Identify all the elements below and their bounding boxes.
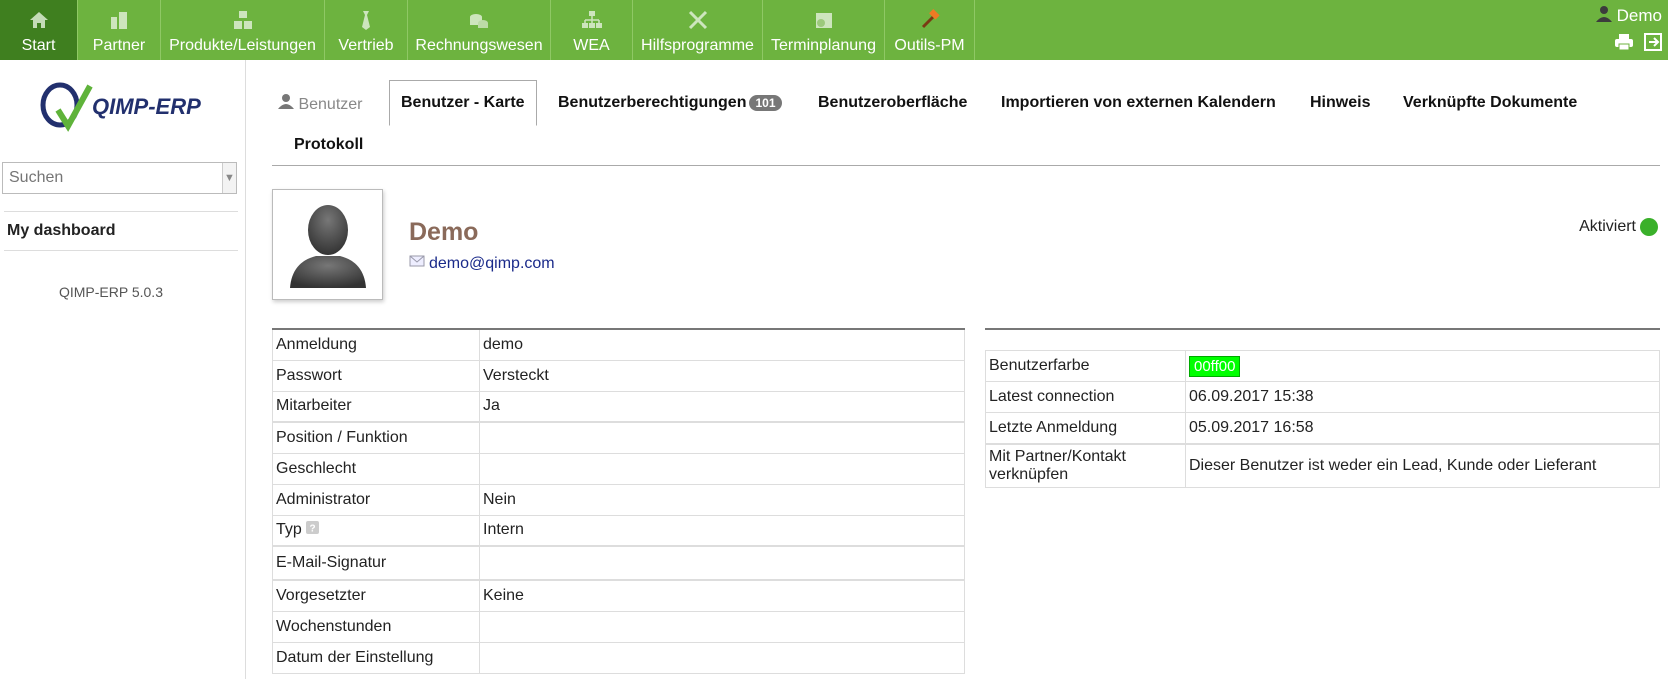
table-row: E-Mail-Signatur: [272, 545, 965, 581]
logout-icon[interactable]: [1644, 33, 1662, 56]
status-dot-icon: [1640, 218, 1658, 236]
table-row: Anmeldung demo: [272, 328, 965, 361]
home-icon: [28, 9, 50, 31]
table-row: Datum der Einstellung: [272, 641, 965, 674]
profile-email[interactable]: demo@qimp.com: [409, 254, 555, 273]
tab-kalender-import[interactable]: Importieren von externen Kalendern: [1001, 94, 1276, 112]
table-row: Administrator Nein: [272, 483, 965, 516]
tab-bar: Benutzer Benutzer - Karte Benutzerberech…: [272, 80, 1660, 166]
user-meta-table: Benutzerfarbe 00ff00 Latest connection 06.…: [985, 350, 1660, 488]
top-navigation: Start Partner Produkte/Leistungen Vertri…: [0, 0, 1668, 60]
tab-protokoll[interactable]: Protokoll: [294, 136, 363, 154]
nav-produkte[interactable]: Produkte/Leistungen: [161, 0, 325, 60]
tab-benutzerberechtigungen[interactable]: Benutzerberechtigungen 101: [558, 94, 782, 112]
table-row: Vorgesetzter Keine: [272, 579, 965, 612]
tie-icon: [355, 9, 377, 31]
coins-icon: [468, 9, 490, 31]
table-row: Letzte Anmeldung 05.09.2017 16:58: [985, 412, 1660, 444]
nav-rechnungswesen[interactable]: Rechnungswesen: [408, 0, 551, 60]
calendar-icon: [813, 9, 835, 31]
profile-name: Demo: [409, 218, 479, 246]
table-row: Mitarbeiter Ja: [272, 390, 965, 423]
tab-benutzer[interactable]: Benutzer: [278, 93, 363, 114]
table-row: Wochenstunden: [272, 610, 965, 643]
svg-text:?: ?: [310, 524, 316, 535]
sidebar: QIMP-ERP ▼ My dashboard QIMP-ERP 5.0.3: [0, 60, 246, 679]
tab-benutzer-karte[interactable]: Benutzer - Karte: [389, 80, 537, 126]
tab-verknuepfte-dokumente[interactable]: Verknüpfte Dokumente: [1403, 94, 1577, 112]
qimp-logo[interactable]: QIMP-ERP: [38, 80, 208, 134]
status-badge: Aktiviert: [1579, 218, 1658, 236]
tools-icon: [687, 9, 709, 31]
hierarchy-icon: [581, 9, 603, 31]
hammer-icon: [919, 9, 941, 31]
user-area: Demo: [1595, 4, 1662, 56]
table-row: Passwort Versteckt: [272, 359, 965, 392]
dashboard-link[interactable]: My dashboard: [4, 211, 238, 251]
tab-hinweis[interactable]: Hinweis: [1310, 94, 1370, 112]
user-icon: [1595, 4, 1613, 27]
search-box: ▼: [2, 162, 237, 194]
products-icon: [232, 9, 254, 31]
search-input[interactable]: [3, 163, 222, 193]
nav-outils-pm[interactable]: Outils-PM: [885, 0, 975, 60]
user-menu[interactable]: Demo: [1595, 4, 1662, 27]
version-label: QIMP-ERP 5.0.3: [58, 284, 163, 300]
user-meta-section: Benutzerfarbe 00ff00 Latest connection 06.…: [985, 328, 1660, 488]
nav-partner[interactable]: Partner: [78, 0, 161, 60]
partner-icon: [108, 9, 130, 31]
avatar[interactable]: [272, 189, 383, 300]
nav-vertrieb[interactable]: Vertrieb: [325, 0, 408, 60]
nav-hilfsprogramme[interactable]: Hilfsprogramme: [633, 0, 763, 60]
nav-terminplanung[interactable]: Terminplanung: [763, 0, 885, 60]
user-details-table: Anmeldung demo Passwort Versteckt Mitarbei…: [272, 328, 965, 674]
table-row: Latest connection 06.09.2017 15:38: [985, 381, 1660, 413]
nav-start[interactable]: Start: [0, 0, 78, 60]
table-row: Position / Funktion: [272, 421, 965, 454]
chevron-down-icon[interactable]: ▼: [222, 163, 236, 193]
user-icon: [278, 94, 294, 113]
nav-wea[interactable]: WEA: [551, 0, 633, 60]
user-color-swatch: 00ff00: [1189, 355, 1241, 377]
permissions-count-badge: 101: [749, 94, 782, 111]
table-row: Mit Partner/Kontakt verknüpfen Dieser Ben…: [985, 442, 1660, 488]
help-icon[interactable]: ?: [306, 521, 320, 538]
envelope-icon: [409, 254, 425, 273]
table-row: Typ ? Intern: [272, 514, 965, 547]
svg-text:QIMP-ERP: QIMP-ERP: [92, 94, 201, 119]
table-row: Geschlecht: [272, 452, 965, 485]
table-row: Benutzerfarbe 00ff00: [985, 350, 1660, 382]
tab-benutzeroberflaeche[interactable]: Benutzeroberfläche: [818, 94, 967, 112]
print-icon[interactable]: [1614, 33, 1634, 56]
